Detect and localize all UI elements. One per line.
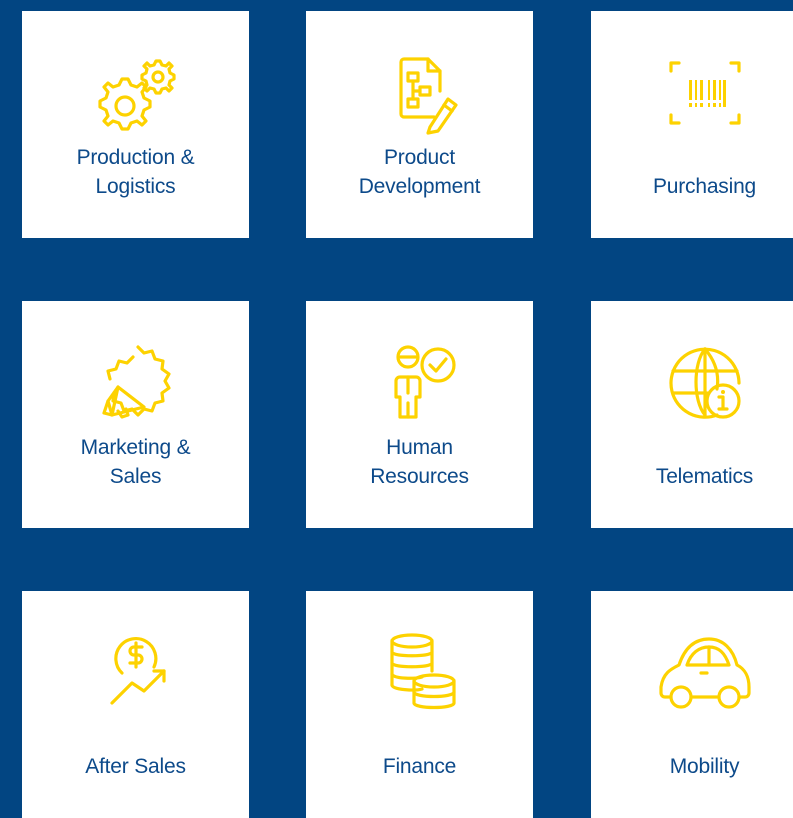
tile-label: Production & Logistics — [76, 146, 195, 198]
tile-label: After Sales — [85, 755, 186, 778]
tile-human-resources[interactable]: Human Resources — [306, 301, 533, 528]
tile-mobility[interactable]: Mobility — [591, 591, 793, 818]
tile-label: Mobility — [669, 755, 740, 778]
tile-purchasing[interactable]: Purchasing — [591, 11, 793, 238]
megaphone-icon — [88, 337, 184, 433]
tile-label: Human Resources — [370, 436, 469, 488]
tile-finance[interactable]: Finance — [306, 591, 533, 818]
tile-product-development[interactable]: Product Development — [306, 11, 533, 238]
tile-label: Product Development — [358, 146, 481, 198]
tile-production-logistics[interactable]: Production & Logistics — [22, 11, 249, 238]
tile-telematics[interactable]: Telematics — [591, 301, 793, 528]
tile-label: Marketing & Sales — [80, 436, 191, 488]
barcode-scan-icon — [657, 47, 753, 143]
tile-label: Telematics — [655, 465, 754, 488]
globe-info-icon — [657, 337, 753, 433]
document-edit-icon — [372, 47, 468, 143]
dollar-growth-icon — [88, 627, 184, 723]
tile-marketing-sales[interactable]: Marketing & Sales — [22, 301, 249, 528]
person-check-icon — [372, 337, 468, 433]
gears-icon — [88, 47, 184, 143]
car-icon — [657, 627, 753, 723]
tile-label: Purchasing — [652, 175, 757, 198]
tile-label: Finance — [382, 755, 457, 778]
coins-icon — [372, 627, 468, 723]
tile-after-sales[interactable]: After Sales — [22, 591, 249, 818]
